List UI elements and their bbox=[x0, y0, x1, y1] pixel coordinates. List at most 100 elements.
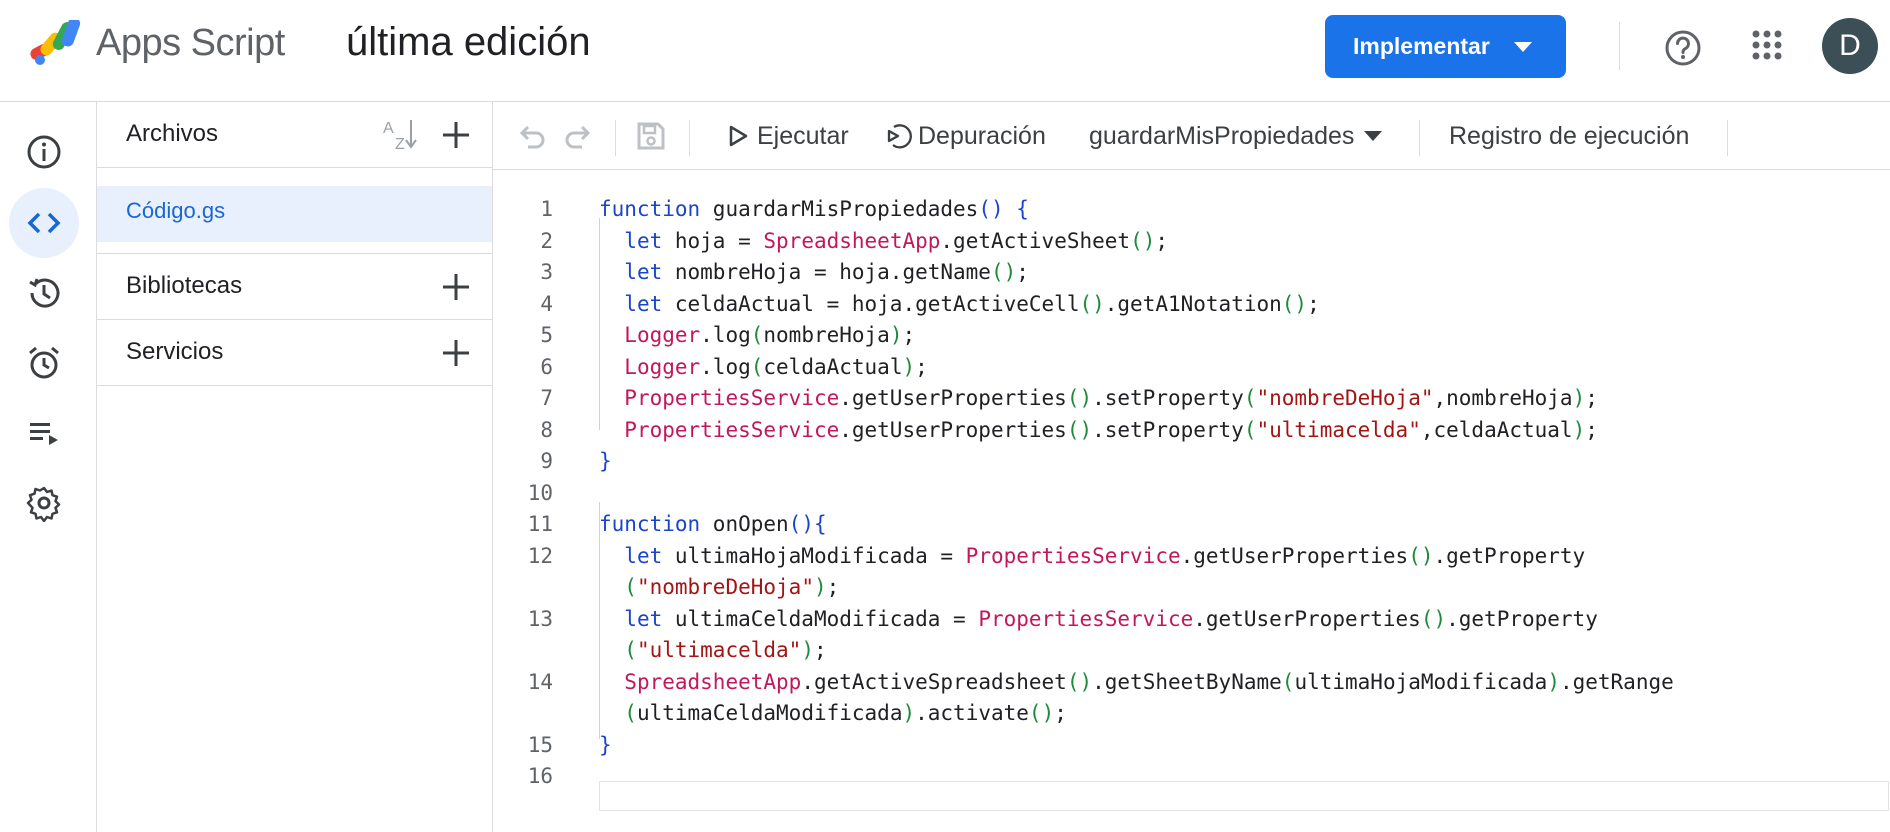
code-line[interactable]: 13 let ultimaCeldaModificada = Propertie… bbox=[493, 604, 1890, 636]
line-number: 4 bbox=[540, 291, 553, 316]
line-code: let hoja = SpreadsheetApp.getActiveSheet… bbox=[599, 229, 1168, 253]
code-editor[interactable]: 1 function guardarMisPropiedades() {2 let… bbox=[493, 170, 1890, 832]
libraries-section-header: Bibliotecas bbox=[97, 254, 492, 320]
history-icon bbox=[29, 278, 60, 308]
play-icon bbox=[729, 125, 748, 147]
line-code: } bbox=[599, 449, 612, 473]
code-token: ; bbox=[902, 323, 916, 347]
code-token: ultimaHojaModificada = bbox=[662, 543, 966, 568]
code-line[interactable]: 16 bbox=[493, 761, 1890, 793]
line-code: let ultimaHojaModificada = PropertiesSer… bbox=[599, 544, 1585, 568]
add-file-icon[interactable] bbox=[441, 120, 471, 150]
code-token: let bbox=[624, 291, 663, 316]
code-token: .getProperty bbox=[1433, 543, 1586, 568]
code-line[interactable]: 10 bbox=[493, 478, 1890, 510]
code-token: ,nombreHoja bbox=[1433, 386, 1573, 410]
toolbar-divider bbox=[689, 120, 690, 156]
debug-button[interactable]: Depuración bbox=[886, 118, 1046, 154]
code-line[interactable]: ("nombreDeHoja"); bbox=[493, 572, 1890, 604]
code-line[interactable]: 2 let hoja = SpreadsheetApp.getActiveShe… bbox=[493, 226, 1890, 258]
code-token: } bbox=[599, 449, 612, 473]
line-code: SpreadsheetApp.getActiveSpreadsheet().ge… bbox=[599, 669, 1674, 694]
rail-overview-button[interactable] bbox=[9, 117, 79, 187]
code-line[interactable]: 11 function onOpen(){ bbox=[493, 509, 1890, 541]
execution-log-label: Registro de ejecución bbox=[1449, 121, 1690, 150]
code-token: ( bbox=[1243, 417, 1257, 442]
code-line[interactable]: 1 function guardarMisPropiedades() { bbox=[493, 194, 1890, 226]
rail-executions-button[interactable] bbox=[9, 398, 79, 468]
run-button-label: Ejecutar bbox=[757, 121, 849, 150]
code-token: PropertiesService bbox=[624, 417, 840, 442]
editor-toolbar: Ejecutar Depuración guardarMisPropiedade… bbox=[493, 102, 1890, 170]
save-icon[interactable] bbox=[634, 119, 668, 153]
code-token: { bbox=[1016, 197, 1029, 221]
app-name[interactable]: Apps Script bbox=[96, 22, 285, 65]
sort-alphabetical-icon[interactable]: A Z bbox=[381, 116, 421, 152]
line-number: 16 bbox=[527, 764, 553, 788]
file-item-codigo-gs[interactable]: Código.gs bbox=[97, 186, 492, 242]
code-token: ( bbox=[624, 575, 637, 599]
code-token: ) bbox=[801, 638, 814, 662]
code-token: "ultimacelda" bbox=[636, 638, 802, 662]
project-title[interactable]: última edición bbox=[346, 20, 591, 65]
code-line[interactable]: 14 SpreadsheetApp.getActiveSpreadsheet()… bbox=[493, 667, 1890, 699]
help-icon[interactable] bbox=[1664, 29, 1702, 67]
code-token: celdaActual bbox=[763, 354, 903, 379]
undo-icon[interactable] bbox=[514, 119, 548, 153]
line-code: ("nombreDeHoja"); bbox=[599, 575, 839, 599]
code-token: .getRange bbox=[1559, 669, 1674, 694]
function-selector[interactable]: guardarMisPropiedades bbox=[1089, 118, 1383, 154]
toolbar-divider bbox=[615, 120, 616, 156]
code-line[interactable]: 15} bbox=[493, 730, 1890, 762]
run-button[interactable]: Ejecutar bbox=[725, 118, 849, 154]
code-line[interactable]: 7 PropertiesService.getUserProperties().… bbox=[493, 383, 1890, 415]
code-token: ( bbox=[1243, 386, 1257, 410]
code-line[interactable]: (ultimaCeldaModificada).activate(); bbox=[493, 698, 1890, 730]
line-number: 8 bbox=[540, 417, 553, 442]
add-library-icon[interactable] bbox=[441, 272, 471, 302]
chevron-down-icon bbox=[1364, 131, 1383, 141]
rail-editor-button[interactable] bbox=[9, 188, 79, 258]
redo-icon[interactable] bbox=[562, 119, 596, 153]
rail-settings-button[interactable] bbox=[9, 468, 79, 538]
code-line[interactable]: 9} bbox=[493, 446, 1890, 478]
code-token: .activate bbox=[915, 701, 1029, 725]
code-token: "nombreDeHoja" bbox=[1256, 386, 1434, 410]
services-section-header: Servicios bbox=[97, 320, 492, 386]
code-token: () bbox=[1408, 543, 1434, 568]
google-apps-icon[interactable] bbox=[1751, 29, 1783, 61]
code-token: ( bbox=[624, 701, 637, 725]
code-token: PropertiesService bbox=[978, 606, 1194, 631]
add-service-icon[interactable] bbox=[441, 338, 471, 368]
line-number: 14 bbox=[527, 669, 553, 694]
rail-triggers-button[interactable] bbox=[9, 328, 79, 398]
line-code: PropertiesService.getUserProperties().se… bbox=[599, 418, 1598, 442]
code-line[interactable]: 4 let celdaActual = hoja.getActiveCell()… bbox=[493, 289, 1890, 321]
code-token: (){ bbox=[788, 512, 827, 536]
code-token: ( bbox=[624, 638, 637, 662]
account-avatar[interactable]: D bbox=[1822, 18, 1878, 74]
header-divider bbox=[1619, 22, 1620, 70]
code-line[interactable]: 6 Logger.log(celdaActual); bbox=[493, 352, 1890, 384]
code-token: ) bbox=[902, 701, 916, 725]
code-token: () bbox=[1066, 386, 1093, 410]
code-token: .log bbox=[700, 354, 751, 379]
code-token: onOpen bbox=[700, 512, 789, 536]
line-number: 2 bbox=[540, 228, 553, 253]
code-line[interactable]: 8 PropertiesService.getUserProperties().… bbox=[493, 415, 1890, 447]
deploy-button[interactable]: Implementar bbox=[1325, 15, 1566, 78]
code-line[interactable]: 12 let ultimaHojaModificada = Properties… bbox=[493, 541, 1890, 573]
code-line[interactable]: 5 Logger.log(nombreHoja); bbox=[493, 320, 1890, 352]
code-token: .getUserProperties bbox=[839, 417, 1067, 442]
code-line[interactable]: 3 let nombreHoja = hoja.getName(); bbox=[493, 257, 1890, 289]
code-token: () bbox=[1028, 701, 1055, 725]
code-line[interactable]: ("ultimacelda"); bbox=[493, 635, 1890, 667]
code-token: ) bbox=[1572, 417, 1586, 442]
execution-log-button[interactable]: Registro de ejecución bbox=[1449, 118, 1689, 154]
rail-history-button[interactable] bbox=[9, 258, 79, 328]
